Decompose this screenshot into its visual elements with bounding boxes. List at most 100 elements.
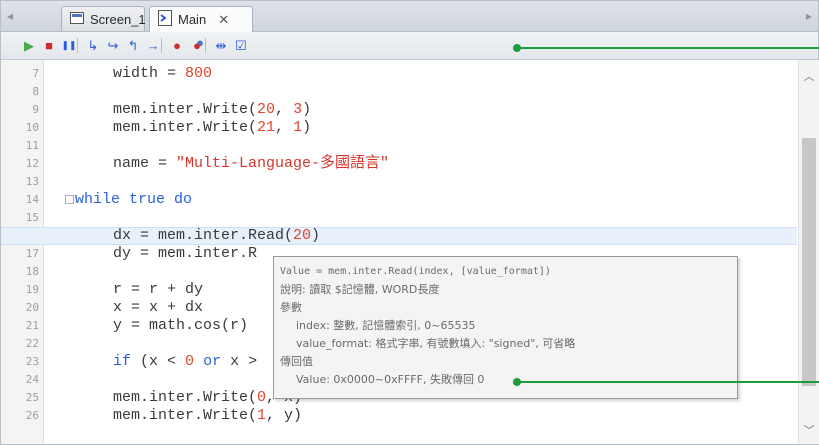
code-token: (x < <box>131 353 186 370</box>
code-token: 0 <box>185 353 195 370</box>
callout-marker-line <box>519 47 819 49</box>
code-token: 800 <box>185 65 213 82</box>
code-token: 1 <box>293 119 303 136</box>
run-icon[interactable]: ▶ <box>21 36 37 54</box>
tab-label: Screen_1 <box>90 11 146 27</box>
code-line[interactable]: dy = mem.inter.R <box>113 245 257 263</box>
vertical-scrollbar[interactable]: ︿ ﹀ <box>798 60 819 444</box>
code-token: mem.inter.Write( <box>113 389 258 406</box>
line-number-gutter: 7891011121314151617181920212223242526 <box>1 60 59 444</box>
toolbar-separator <box>161 38 162 53</box>
code-token: name = <box>113 155 177 172</box>
tooltip-line: 參數 <box>280 301 302 314</box>
code-token: r = r + dy <box>113 281 204 298</box>
scroll-up-icon[interactable]: ︿ <box>799 68 819 84</box>
pause-icon[interactable]: ❚❚ <box>61 36 77 54</box>
code-token: if <box>113 353 132 370</box>
run-to-cursor-icon[interactable]: → <box>145 36 161 54</box>
code-token: ) <box>302 101 312 118</box>
scrollbar-thumb[interactable] <box>802 138 816 386</box>
line-number: 26 <box>25 409 39 422</box>
code-token: dy = mem.inter.R <box>113 245 258 262</box>
line-number: 13 <box>25 175 39 188</box>
code-token: x > <box>221 353 258 370</box>
line-number: 12 <box>25 157 39 170</box>
code-line[interactable]: if (x < 0 or x > <box>113 353 257 371</box>
tab-label: Main <box>178 12 207 27</box>
code-line[interactable]: mem.inter.Write(21, 1) <box>113 119 311 137</box>
code-token: "Multi-Language-多國語言" <box>176 155 390 172</box>
code-line[interactable]: x = x + dx <box>113 299 203 317</box>
code-token: width = <box>113 65 186 82</box>
line-number: 21 <box>25 319 39 332</box>
check-icon[interactable]: ☑ <box>233 36 249 54</box>
code-token: , <box>275 101 294 118</box>
watch-icon[interactable]: ⇹ <box>213 36 229 54</box>
line-number: 14 <box>25 193 39 206</box>
toggle-breakpoint-icon[interactable]: ● <box>169 36 185 54</box>
code-token: mem.inter.Write( <box>113 407 258 424</box>
tab-screen-1[interactable]: Screen_1 <box>61 6 146 31</box>
code-line[interactable]: r = r + dy <box>113 281 203 299</box>
line-number: 19 <box>25 283 39 296</box>
line-number: 24 <box>25 373 39 386</box>
toolbar-separator <box>77 38 78 53</box>
code-token: or <box>203 353 222 370</box>
line-number: 20 <box>25 301 39 314</box>
tooltip-line: 傳回值 <box>280 355 313 368</box>
code-token: mem.inter.Write( <box>113 101 258 118</box>
code-line[interactable]: name = "Multi-Language-多國語言" <box>113 155 389 173</box>
tab-bar: ◂ Screen_1 Main ✕ ▸ <box>1 1 818 32</box>
code-line[interactable]: width = 800 <box>113 65 212 83</box>
scroll-down-icon[interactable]: ﹀ <box>799 422 819 438</box>
code-line[interactable]: y = math.cos(r) <box>113 317 248 335</box>
line-number: 22 <box>25 337 39 350</box>
line-number: 15 <box>25 211 39 224</box>
line-number: 23 <box>25 355 39 368</box>
line-number: 9 <box>32 103 39 116</box>
screen-icon <box>70 11 84 27</box>
code-line[interactable]: mem.inter.Write(1, y) <box>113 407 302 425</box>
scroll-tabs-left-icon[interactable]: ◂ <box>3 7 17 25</box>
code-line[interactable]: dx = mem.inter.Read(20) <box>113 227 320 245</box>
tooltip-line: 說明: 讀取 $記憶體, WORD長度 <box>280 283 440 296</box>
code-token: 20 <box>257 101 276 118</box>
code-token: 3 <box>293 101 303 118</box>
step-into-icon[interactable]: ↳ <box>85 36 101 54</box>
tooltip-line: Value: 0x0000~0xFFFF, 失敗傳回 0 <box>296 373 485 386</box>
line-number: 17 <box>25 247 39 260</box>
code-token: ) <box>311 227 321 244</box>
code-token: 20 <box>293 227 312 244</box>
tooltip-line: value_format: 格式字串, 有號數填入: "signed", 可省略 <box>296 337 576 350</box>
tooltip-line: index: 整數, 記憶體索引, 0~65535 <box>296 319 476 332</box>
clear-breakpoints-icon[interactable]: ● <box>189 36 205 54</box>
stop-icon[interactable]: ■ <box>41 36 57 54</box>
line-number: 11 <box>25 139 39 152</box>
toolbar-separator <box>205 38 206 53</box>
step-out-icon[interactable]: ↰ <box>125 36 141 54</box>
code-token: 21 <box>257 119 276 136</box>
line-number: 25 <box>25 391 39 404</box>
tab-main[interactable]: Main ✕ <box>149 6 253 32</box>
code-token: 0 <box>257 389 267 406</box>
code-token: y = math.cos(r) <box>113 317 249 334</box>
tooltip-line: Value = mem.inter.Read(index, [value_for… <box>280 266 551 277</box>
code-token: mem.inter.Write( <box>113 119 258 136</box>
callout-marker-line <box>519 381 819 383</box>
scroll-tabs-right-icon[interactable]: ▸ <box>802 7 816 25</box>
line-number: 18 <box>25 265 39 278</box>
code-line[interactable]: mem.inter.Write(20, 3) <box>113 101 311 119</box>
close-tab-icon[interactable]: ✕ <box>218 12 229 28</box>
code-line[interactable]: while true do <box>75 191 192 209</box>
debug-toolbar: ▶ ■ ❚❚ ↳ ↪ ↰ → ● ● ⇹ ☑ <box>1 32 818 60</box>
fold-toggle-icon[interactable] <box>65 195 74 204</box>
script-editor-window: ◂ Screen_1 Main ✕ ▸ ▶ ■ ❚❚ ↳ ↪ ↰ → ● ● ⇹ ☑ 7 8 9 10 11… <box>0 0 819 445</box>
line-number: 8 <box>32 85 39 98</box>
code-token: while true do <box>75 191 193 208</box>
code-token: , y) <box>266 407 303 424</box>
script-file-icon <box>158 10 172 29</box>
function-help-tooltip: Value = mem.inter.Read(index, [value_for… <box>273 256 738 399</box>
line-number: 10 <box>25 121 39 134</box>
step-over-icon[interactable]: ↪ <box>105 36 121 54</box>
